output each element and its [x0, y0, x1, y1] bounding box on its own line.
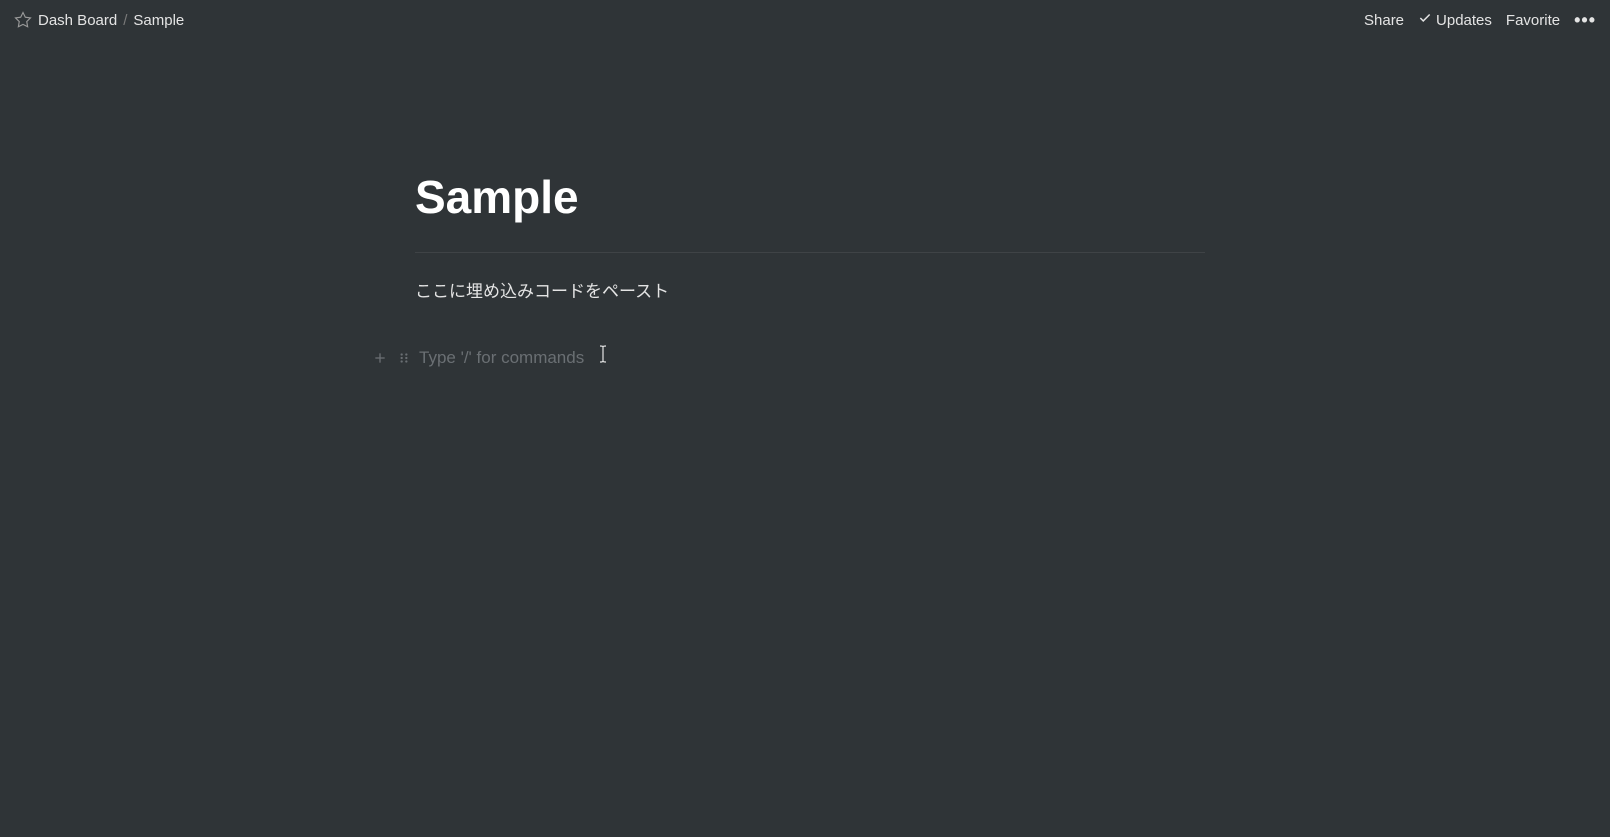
- star-icon[interactable]: [14, 11, 32, 29]
- divider: [415, 252, 1205, 253]
- more-icon[interactable]: •••: [1574, 10, 1596, 31]
- topbar-left: Dash Board / Sample: [14, 11, 184, 29]
- updates-label: Updates: [1436, 12, 1492, 29]
- breadcrumb-item-root[interactable]: Dash Board: [38, 12, 117, 29]
- updates-button[interactable]: Updates: [1418, 11, 1492, 29]
- breadcrumb-separator: /: [123, 12, 127, 29]
- block-input-wrapper: [419, 348, 1205, 368]
- empty-block-row: [371, 348, 1205, 368]
- topbar-right: Share Updates Favorite •••: [1364, 10, 1596, 31]
- breadcrumb: Dash Board / Sample: [38, 12, 184, 29]
- body-text-block[interactable]: ここに埋め込みコードをペースト: [415, 277, 1205, 302]
- check-icon: [1418, 11, 1432, 29]
- block-input[interactable]: [419, 348, 1205, 368]
- drag-handle-icon[interactable]: [395, 349, 413, 367]
- plus-icon[interactable]: [371, 349, 389, 367]
- share-button[interactable]: Share: [1364, 12, 1404, 29]
- favorite-button[interactable]: Favorite: [1506, 12, 1560, 29]
- breadcrumb-item-current[interactable]: Sample: [133, 12, 184, 29]
- topbar: Dash Board / Sample Share Updates Favori…: [0, 0, 1610, 40]
- page-title[interactable]: Sample: [415, 170, 1205, 224]
- page-content: Sample ここに埋め込みコードをペースト: [405, 40, 1205, 368]
